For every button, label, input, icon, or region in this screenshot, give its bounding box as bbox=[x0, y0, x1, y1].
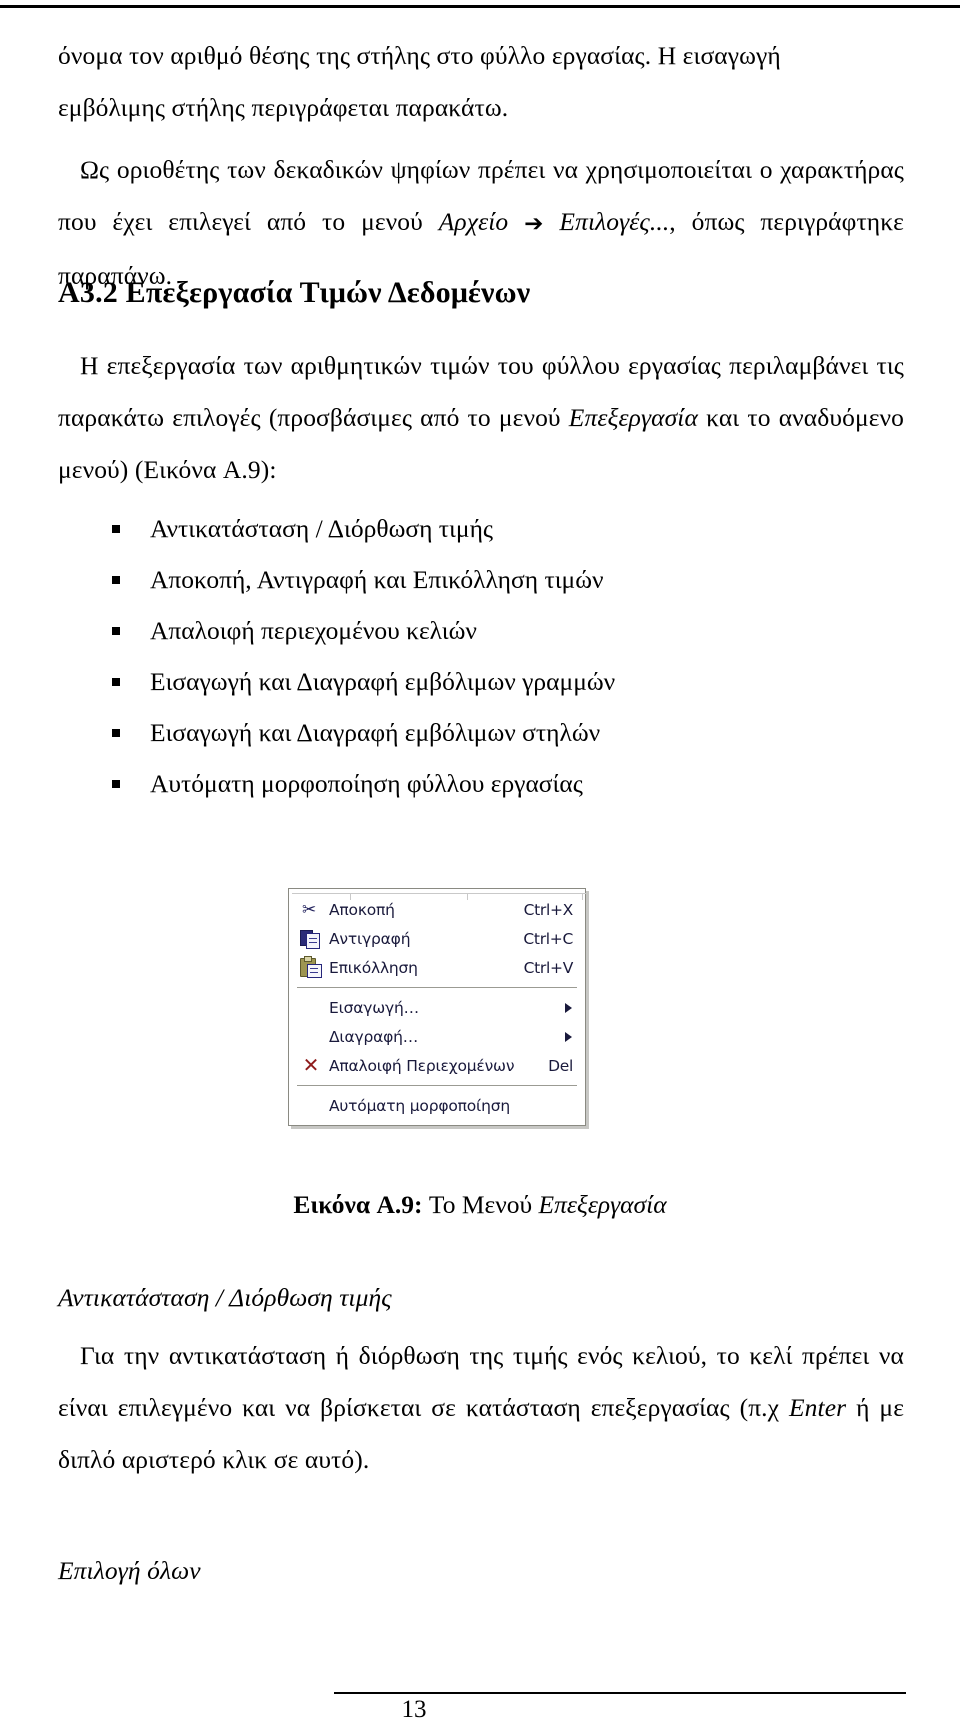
replace-body-a: Για την αντικατάσταση ή διόρθωση της τιμ… bbox=[58, 1341, 904, 1422]
paragraph-section-lead: Η επεξεργασία των αριθμητικών τιμών του … bbox=[58, 340, 904, 496]
menu-item-label: Αποκοπή bbox=[329, 900, 395, 919]
menu-item-label: Διαγραφή… bbox=[329, 1027, 419, 1046]
figure-edit-menu-screenshot: ✂ Αποκοπή Ctrl+X Αντιγραφή Ctrl+C Επικόλ… bbox=[288, 888, 586, 1126]
edit-menu[interactable]: ✂ Αποκοπή Ctrl+X Αντιγραφή Ctrl+C Επικόλ… bbox=[288, 888, 586, 1126]
submenu-arrow-icon bbox=[565, 1031, 572, 1042]
menu-item-label: Αντιγραφή bbox=[329, 929, 411, 948]
copy-icon bbox=[298, 928, 324, 950]
red-x-icon: ✕ bbox=[302, 1052, 320, 1077]
submenu-arrow-icon bbox=[565, 1002, 572, 1013]
list-item: Αυτόματη μορφοποίηση φύλλου εργασίας bbox=[110, 758, 904, 809]
document-page: όνομα τον αριθμό θέσης της στήλης στο φύ… bbox=[0, 0, 960, 1727]
paragraph-replace-body: Για την αντικατάσταση ή διόρθωση της τιμ… bbox=[58, 1330, 904, 1486]
menu-item-shortcut: Ctrl+X bbox=[523, 900, 574, 919]
square-bullet-icon bbox=[112, 729, 120, 737]
menu-item-label: Απαλοιφή Περιεχομένων bbox=[329, 1056, 515, 1075]
section-heading-block: A3.2 Επεξεργασία Τιμών Δεδομένων bbox=[58, 273, 904, 313]
paragraph-line-1: όνομα τον αριθμό θέσης της στήλης στο φύ… bbox=[58, 41, 781, 70]
subsection-title: Επιλογή όλων bbox=[58, 1556, 201, 1585]
key-enter-ref: Enter bbox=[789, 1393, 847, 1422]
no-icon bbox=[298, 1095, 324, 1117]
menu-item-label: Εισαγωγή… bbox=[329, 998, 419, 1017]
list-item-label: Εισαγωγή και Διαγραφή εμβόλιμων στηλών bbox=[150, 718, 601, 747]
feature-bullet-list: Αντικατάσταση / Διόρθωση τιμής Αποκοπή, … bbox=[58, 503, 904, 809]
page-title: A3.2 Επεξεργασία Τιμών Δεδομένων bbox=[58, 276, 531, 309]
list-item-label: Αντικατάσταση / Διόρθωση τιμής bbox=[150, 514, 494, 543]
paragraph-text: Για την αντικατάσταση ή διόρθωση της τιμ… bbox=[58, 1330, 904, 1486]
square-bullet-icon bbox=[112, 576, 120, 584]
scissors-icon: ✂ bbox=[302, 899, 317, 920]
menu-item-shortcut: Del bbox=[548, 1056, 573, 1075]
square-bullet-icon bbox=[112, 627, 120, 635]
screenshot-ruler-strip bbox=[292, 893, 586, 901]
list-item: Αντικατάσταση / Διόρθωση τιμής bbox=[110, 503, 904, 554]
figure-caption-label: Εικόνα A.9: bbox=[293, 1190, 423, 1219]
subsection-title: Αντικατάσταση / Διόρθωση τιμής bbox=[58, 1283, 392, 1312]
no-icon bbox=[298, 1026, 324, 1048]
menu-ref-options: Επιλογές... bbox=[559, 207, 670, 236]
menu-separator bbox=[297, 987, 577, 988]
list-item: Απαλοιφή περιεχομένου κελιών bbox=[110, 605, 904, 656]
header-rule bbox=[0, 5, 960, 8]
square-bullet-icon bbox=[112, 678, 120, 686]
subsection-select-all-title-block: Επιλογή όλων bbox=[58, 1545, 904, 1597]
list-item-label: Εισαγωγή και Διαγραφή εμβόλιμων γραμμών bbox=[150, 667, 616, 696]
page-number: 13 bbox=[401, 1696, 427, 1723]
figure-caption-italic: Επεξεργασία bbox=[538, 1190, 667, 1219]
square-bullet-icon bbox=[112, 780, 120, 788]
list-item-label: Απαλοιφή περιεχομένου κελιών bbox=[150, 616, 477, 645]
right-arrow-icon: ➔ bbox=[524, 211, 544, 237]
menu-item-clear-contents[interactable]: ✕ Απαλοιφή Περιεχομένων Del bbox=[289, 1051, 585, 1080]
paragraph-intro-continued: όνομα τον αριθμό θέσης της στήλης στο φύ… bbox=[58, 30, 904, 134]
menu-item-delete[interactable]: Διαγραφή… bbox=[289, 1022, 585, 1051]
list-item: Αποκοπή, Αντιγραφή και Επικόλληση τιμών bbox=[110, 554, 904, 605]
subsection-replace-title-block: Αντικατάσταση / Διόρθωση τιμής bbox=[58, 1272, 904, 1324]
list-item: Εισαγωγή και Διαγραφή εμβόλιμων στηλών bbox=[110, 707, 904, 758]
menu-item-label: Αυτόματη μορφοποίηση bbox=[329, 1096, 510, 1115]
menu-ref-edit: Επεξεργασία bbox=[568, 403, 698, 432]
figure-caption: Εικόνα A.9: Το Μενού Επεξεργασία bbox=[0, 1185, 960, 1225]
menu-item-insert[interactable]: Εισαγωγή… bbox=[289, 993, 585, 1022]
square-bullet-icon bbox=[112, 525, 120, 533]
list-item-label: Αποκοπή, Αντιγραφή και Επικόλληση τιμών bbox=[150, 565, 604, 594]
paragraph-line-2: εμβόλιμης στήλης περιγράφεται παρακάτω. bbox=[58, 93, 509, 122]
menu-item-copy[interactable]: Αντιγραφή Ctrl+C bbox=[289, 924, 585, 953]
list-item: Εισαγωγή και Διαγραφή εμβόλιμων γραμμών bbox=[110, 656, 904, 707]
menu-separator bbox=[297, 1085, 577, 1086]
paragraph-text: Η επεξεργασία των αριθμητικών τιμών του … bbox=[58, 340, 904, 496]
menu-ref-file: Αρχείο bbox=[438, 207, 509, 236]
menu-item-autoformat[interactable]: Αυτόματη μορφοποίηση bbox=[289, 1091, 585, 1120]
list-item-label: Αυτόματη μορφοποίηση φύλλου εργασίας bbox=[150, 769, 583, 798]
menu-item-paste[interactable]: Επικόλληση Ctrl+V bbox=[289, 953, 585, 982]
menu-item-shortcut: Ctrl+V bbox=[523, 958, 574, 977]
no-icon bbox=[298, 997, 324, 1019]
menu-item-shortcut: Ctrl+C bbox=[523, 929, 573, 948]
paste-icon bbox=[298, 955, 324, 979]
menu-item-label: Επικόλληση bbox=[329, 958, 418, 977]
figure-caption-text: Το Μενού bbox=[422, 1190, 539, 1219]
